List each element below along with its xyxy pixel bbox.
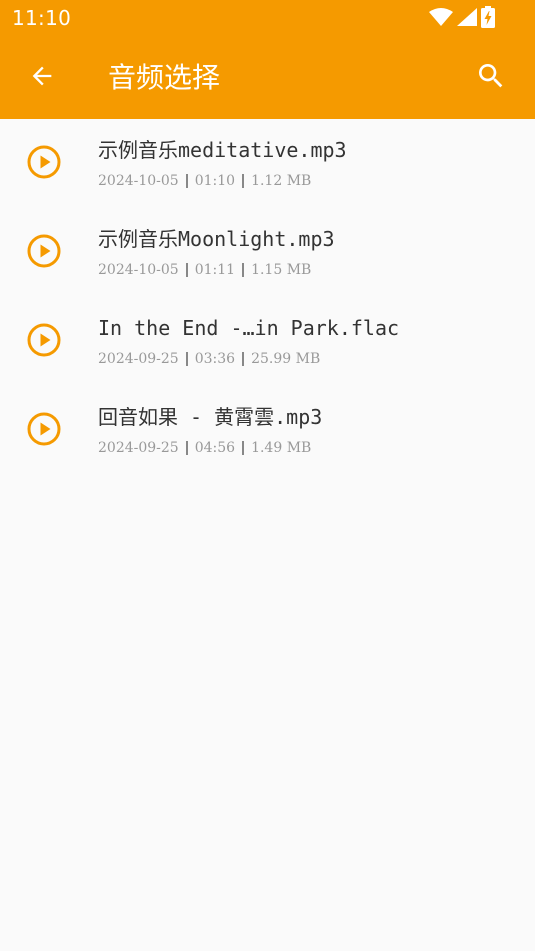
file-date: 2024-10-05: [98, 173, 179, 189]
search-button[interactable]: [473, 58, 509, 94]
separator: [185, 263, 188, 277]
file-name: 示例音乐Moonlight.mp3: [98, 227, 335, 251]
file-name: 回音如果 - 黄霄雲.mp3: [98, 405, 323, 429]
file-meta: 2024-10-05 01:10 1.12 MB: [98, 172, 311, 190]
file-duration: 04:56: [194, 440, 236, 456]
list-item[interactable]: 回音如果 - 黄霄雲.mp3 2024-09-25 04:56 1.49 MB: [0, 386, 535, 475]
search-icon: [479, 64, 503, 88]
file-size: 25.99 MB: [251, 351, 321, 367]
file-size: 1.49 MB: [251, 440, 312, 456]
file-meta: 2024-09-25 04:56 1.49 MB: [98, 439, 311, 457]
separator: [185, 174, 188, 188]
file-meta: 2024-10-05 01:11 1.15 MB: [98, 261, 311, 279]
file-name: In the End -…in Park.flac: [98, 316, 400, 340]
file-size: 1.15 MB: [251, 262, 312, 278]
arrow-left-icon: [32, 66, 52, 86]
page-title: 音频选择: [108, 61, 221, 94]
file-name: 示例音乐meditative.mp3: [98, 138, 347, 162]
list-item[interactable]: 示例音乐Moonlight.mp3 2024-10-05 01:11 1.15 …: [0, 208, 535, 297]
wifi-icon: [429, 8, 453, 26]
status-icons: [429, 6, 495, 28]
file-size: 1.12 MB: [251, 173, 312, 189]
list-item[interactable]: 示例音乐meditative.mp3 2024-10-05 01:10 1.12…: [0, 119, 535, 208]
status-time: 11:10: [12, 6, 72, 30]
play-circle-icon[interactable]: [27, 145, 61, 179]
play-circle-icon[interactable]: [27, 412, 61, 446]
separator: [185, 352, 188, 366]
file-meta: 2024-09-25 03:36 25.99 MB: [98, 350, 320, 368]
play-circle-icon[interactable]: [27, 234, 61, 268]
cell-signal-icon: [457, 8, 477, 26]
separator: [242, 263, 245, 277]
file-date: 2024-09-25: [98, 440, 179, 456]
app-header: 11:10 音频选择: [0, 0, 535, 119]
file-date: 2024-10-05: [98, 262, 179, 278]
separator: [242, 352, 245, 366]
separator: [242, 174, 245, 188]
file-date: 2024-09-25: [98, 351, 179, 367]
back-button[interactable]: [24, 58, 60, 94]
file-duration: 01:11: [194, 262, 236, 278]
list-item[interactable]: In the End -…in Park.flac 2024-09-25 03:…: [0, 297, 535, 386]
file-duration: 03:36: [194, 351, 236, 367]
file-duration: 01:10: [194, 173, 236, 189]
battery-charging-icon: [481, 6, 495, 28]
play-circle-icon[interactable]: [27, 323, 61, 357]
separator: [242, 441, 245, 455]
audio-file-list: 示例音乐meditative.mp3 2024-10-05 01:10 1.12…: [0, 119, 535, 475]
separator: [185, 441, 188, 455]
